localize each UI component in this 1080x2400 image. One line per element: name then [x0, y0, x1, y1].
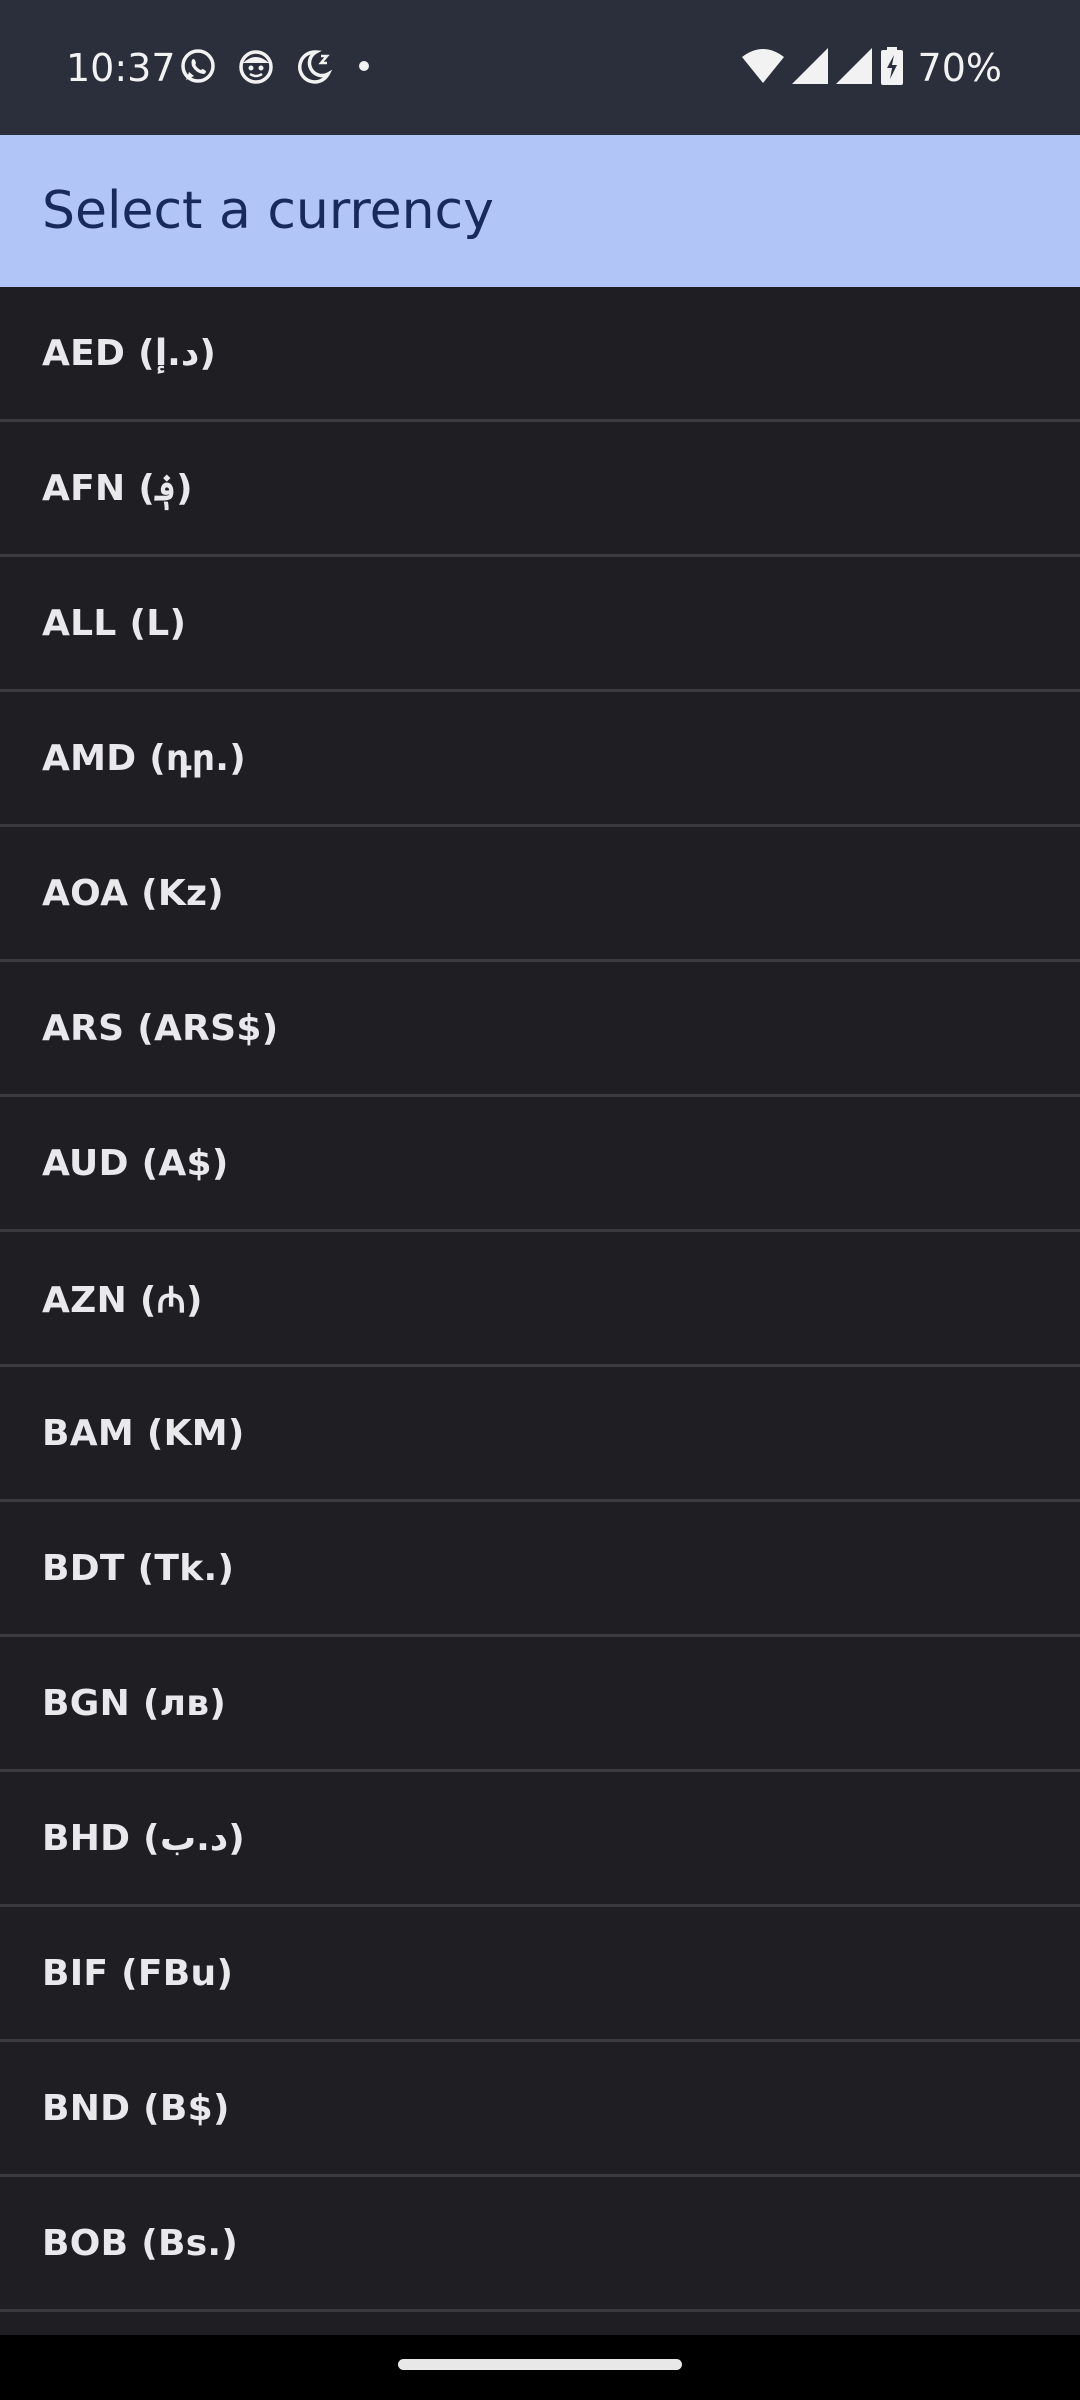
currency-item-bhd[interactable]: BHD (د.ب)	[0, 1772, 1080, 1907]
currency-item-all[interactable]: ALL (L)	[0, 557, 1080, 692]
currency-label: BDT (Tk.)	[42, 1547, 235, 1589]
currency-label: BAM (KM)	[42, 1412, 245, 1454]
app-header: Select a currency	[0, 135, 1080, 287]
status-time: 10:37	[66, 46, 176, 90]
status-bar: 10:37 70%	[0, 0, 1080, 135]
currency-item-bif[interactable]: BIF (FBu)	[0, 1907, 1080, 2042]
currency-label: AZN (₼)	[42, 1279, 203, 1321]
currency-item-aud[interactable]: AUD (A$)	[0, 1097, 1080, 1232]
currency-item-bnd[interactable]: BND (B$)	[0, 2042, 1080, 2177]
whatsapp-icon	[178, 46, 218, 86]
system-icons: 70%	[741, 40, 1002, 96]
currency-item-bam[interactable]: BAM (KM)	[0, 1367, 1080, 1502]
currency-label: AED (د.إ)	[42, 332, 217, 374]
currency-label: BOB (Bs.)	[42, 2222, 239, 2264]
currency-label: BND (B$)	[42, 2087, 230, 2129]
smiley-icon	[236, 46, 276, 86]
currency-label: AUD (A$)	[42, 1142, 229, 1184]
currency-item-ars[interactable]: ARS (ARS$)	[0, 962, 1080, 1097]
currency-item-bdt[interactable]: BDT (Tk.)	[0, 1502, 1080, 1637]
page-title: Select a currency	[42, 181, 494, 241]
signal-icon	[835, 48, 872, 88]
battery-charging-icon	[880, 47, 904, 89]
currency-label: BHD (د.ب)	[42, 1817, 246, 1859]
currency-item-amd[interactable]: AMD (դր.)	[0, 692, 1080, 827]
currency-item-bgn[interactable]: BGN (лв)	[0, 1637, 1080, 1772]
currency-item-aed[interactable]: AED (د.إ)	[0, 287, 1080, 422]
currency-item-azn[interactable]: AZN (₼)	[0, 1232, 1080, 1367]
currency-item-afn[interactable]: AFN (؋)	[0, 422, 1080, 557]
currency-label: BGN (лв)	[42, 1682, 227, 1724]
currency-label: ARS (ARS$)	[42, 1007, 279, 1049]
notification-icons	[178, 46, 376, 86]
currency-label: AOA (Kz)	[42, 872, 225, 914]
currency-item-aoa[interactable]: AOA (Kz)	[0, 827, 1080, 962]
wifi-icon	[741, 49, 784, 87]
currency-label: ALL (L)	[42, 602, 187, 644]
home-gesture-handle[interactable]	[398, 2359, 682, 2370]
currency-list[interactable]: AED (د.إ) AFN (؋) ALL (L) AMD (դր.) AOA …	[0, 287, 1080, 2335]
dot-icon	[352, 46, 376, 86]
currency-label: AFN (؋)	[42, 467, 193, 509]
screen: 10:37 70% Select a currency AED (د.إ) AF…	[0, 0, 1080, 2400]
signal-icon	[791, 48, 828, 88]
bedtime-icon	[294, 46, 334, 86]
currency-item-bob[interactable]: BOB (Bs.)	[0, 2177, 1080, 2312]
currency-label: AMD (դր.)	[42, 737, 246, 779]
navigation-bar	[0, 2335, 1080, 2400]
currency-label: BIF (FBu)	[42, 1952, 234, 1994]
battery-percent: 70%	[917, 46, 1002, 90]
